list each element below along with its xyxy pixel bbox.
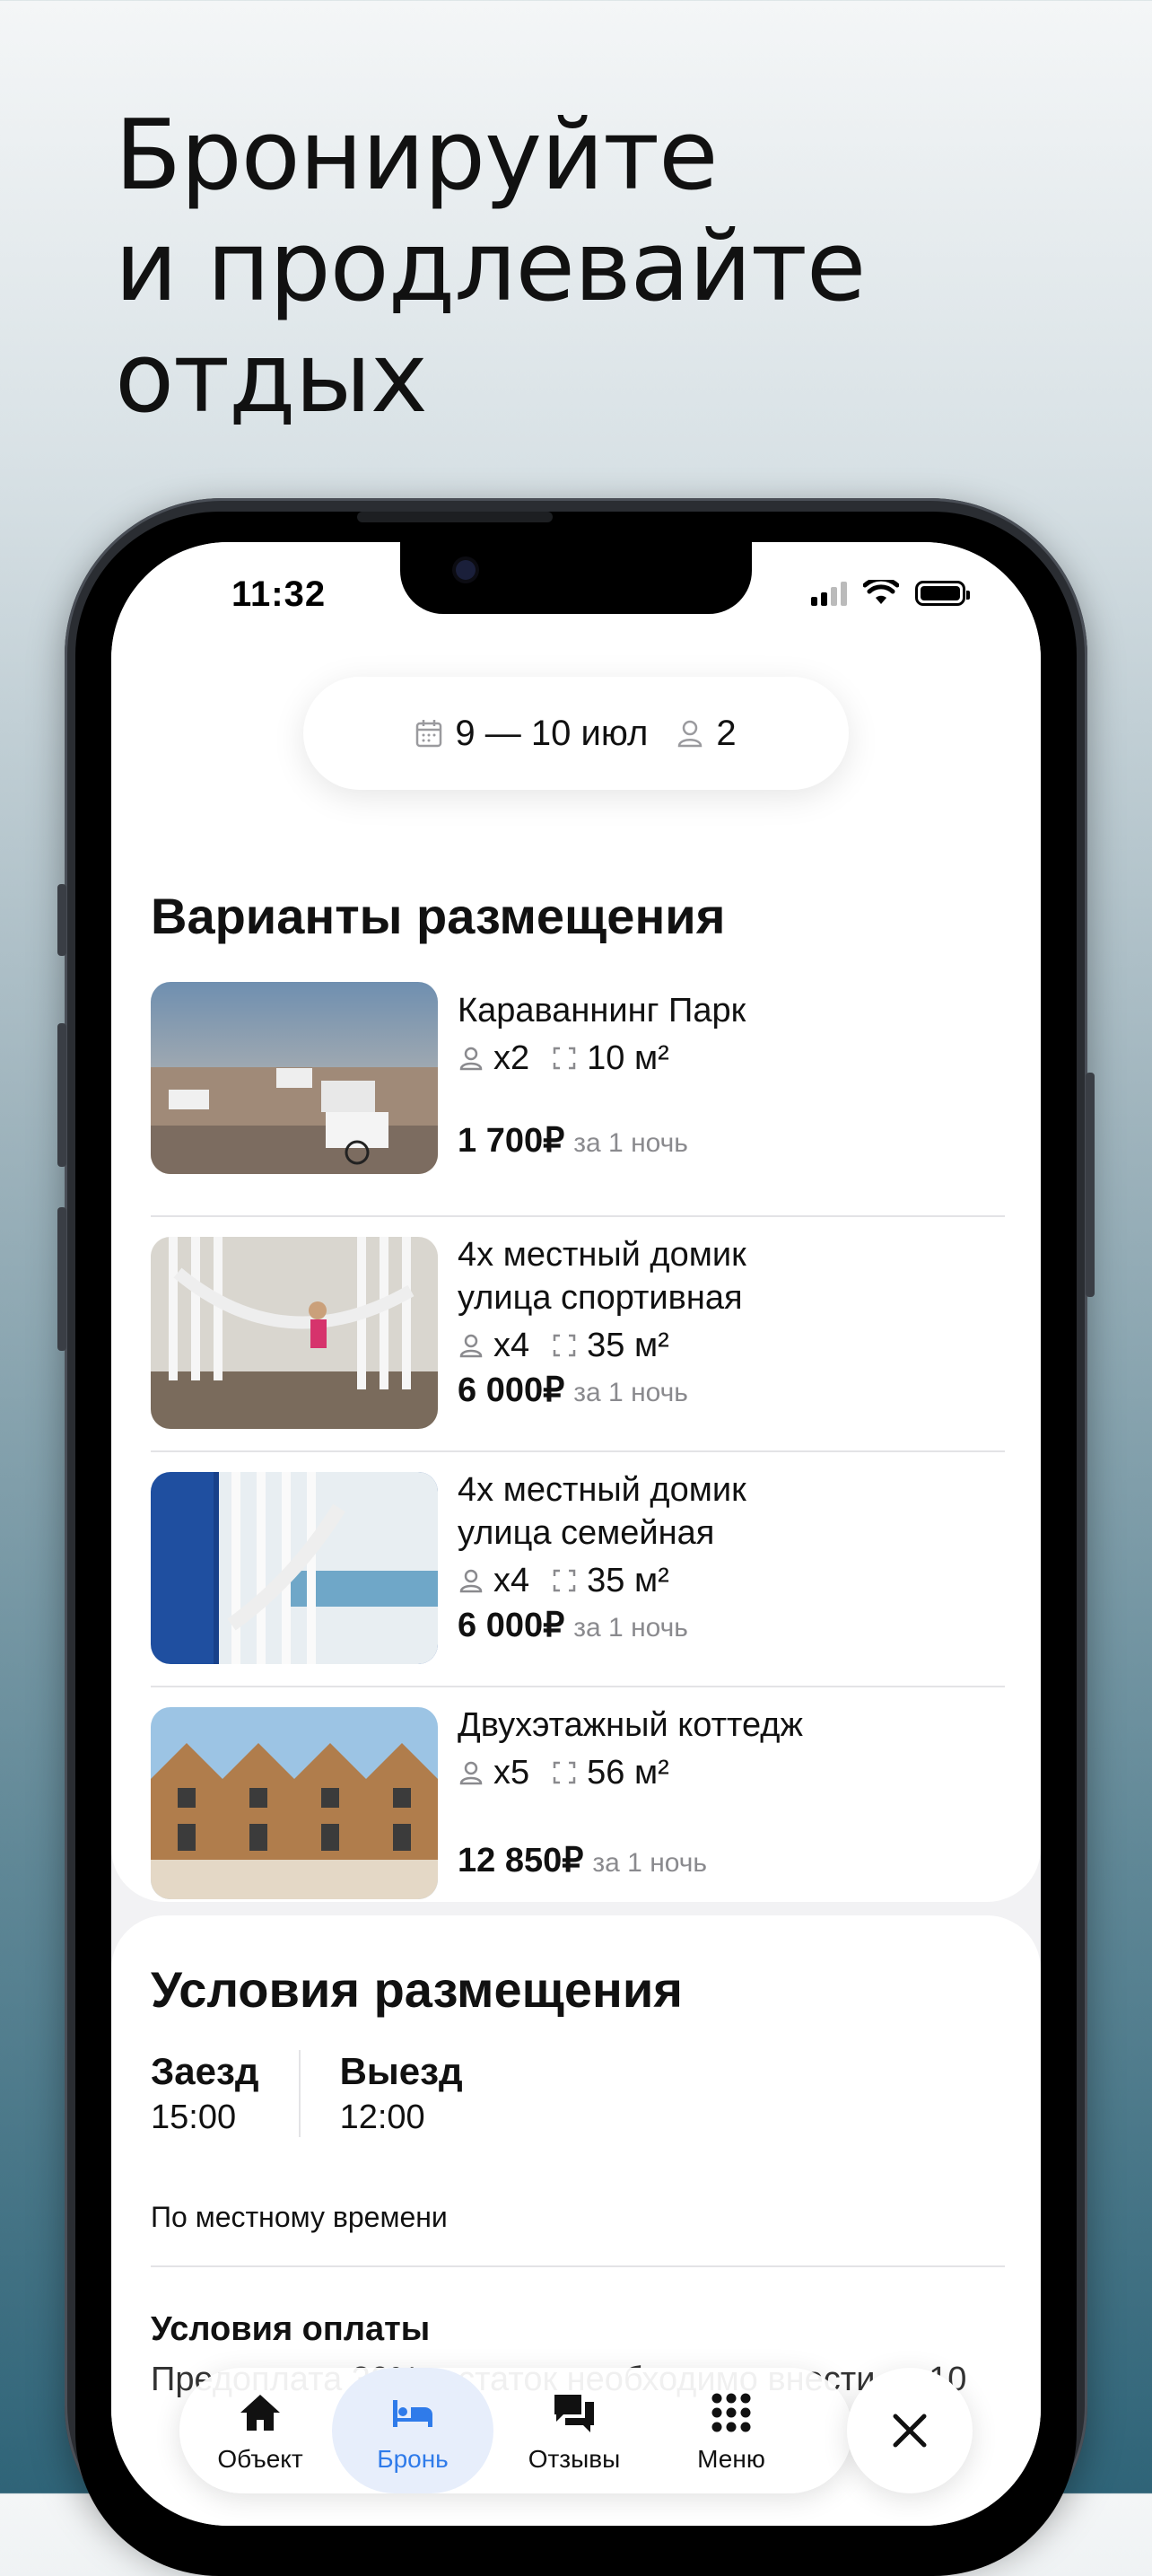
listing-photo bbox=[151, 982, 438, 1174]
status-icons bbox=[811, 580, 970, 607]
listing-info: Караваннинг Парк x2 10 м² 1 700₽ за 1 ноч… bbox=[458, 989, 996, 1160]
bed-icon bbox=[393, 2400, 432, 2427]
checkin-block: Заезд 15:00 bbox=[151, 2050, 299, 2137]
front-camera bbox=[456, 560, 476, 580]
promo-headline: Бронируйте и продлевайте отдых bbox=[115, 100, 866, 434]
listings-card: 11:32 9 — 10 июл 2 Варианты размещения К… bbox=[111, 542, 1041, 1902]
listing-name: Двухэтажный коттедж bbox=[458, 1706, 803, 1744]
bottom-tab-bar: Объект Бронь Отзывы Меню bbox=[179, 2368, 852, 2493]
person-icon bbox=[459, 1569, 483, 1593]
tab-reviews[interactable]: Отзывы bbox=[493, 2368, 655, 2493]
listing-meta: x4 35 м² bbox=[458, 1323, 996, 1368]
reviews-icon bbox=[554, 2395, 594, 2432]
listing-item[interactable]: 4х местный домик улица спортивная x4 35 … bbox=[151, 1217, 1005, 1452]
area-icon bbox=[553, 1569, 576, 1592]
area-icon bbox=[553, 1047, 576, 1070]
headline-line-1: Бронируйте bbox=[115, 100, 719, 212]
listing-guests: x5 bbox=[493, 1754, 530, 1792]
listing-photo bbox=[151, 1237, 438, 1429]
person-icon bbox=[678, 720, 703, 748]
listing-price-period: за 1 ночь bbox=[573, 1613, 688, 1643]
checkin-label: Заезд bbox=[151, 2050, 259, 2092]
listing-meta: x4 35 м² bbox=[458, 1558, 996, 1603]
payment-title: Условия оплаты bbox=[151, 2310, 431, 2348]
checkout-time: 12:00 bbox=[339, 2098, 425, 2136]
listing-price: 1 700₽ bbox=[458, 1122, 565, 1160]
area-icon bbox=[553, 1334, 576, 1357]
checkout-label: Выезд bbox=[339, 2050, 463, 2092]
home-icon bbox=[240, 2395, 280, 2431]
conditions-title: Условия размещения bbox=[151, 1961, 683, 2018]
listing-photo bbox=[151, 1707, 438, 1899]
phone-silent-switch bbox=[57, 884, 66, 956]
checkout-block: Выезд 12:00 bbox=[298, 2050, 502, 2137]
area-icon bbox=[553, 1761, 576, 1784]
listing-price: 12 850₽ bbox=[458, 1842, 584, 1879]
grid-menu-icon bbox=[711, 2393, 751, 2432]
listing-price-row: 6 000₽ за 1 ночь bbox=[458, 1370, 688, 1410]
person-icon bbox=[459, 1334, 483, 1358]
search-guests: 2 bbox=[716, 713, 737, 753]
tab-menu[interactable]: Меню bbox=[650, 2368, 812, 2493]
search-dates: 9 — 10 июл bbox=[455, 713, 649, 753]
phone-volume-up bbox=[57, 1023, 66, 1167]
listing-price-period: за 1 ночь bbox=[573, 1128, 688, 1158]
listing-guests: x4 bbox=[493, 1327, 530, 1364]
listing-price-period: за 1 ночь bbox=[573, 1378, 688, 1407]
phone-screen: 11:32 9 — 10 июл 2 Варианты размещения К… bbox=[111, 542, 1041, 2526]
search-summary-pill[interactable]: 9 — 10 июл 2 bbox=[303, 677, 849, 790]
listing-item[interactable]: Двухэтажный коттедж x5 56 м² 12 850₽ за 1… bbox=[151, 1687, 1005, 1921]
listing-guests: x2 bbox=[493, 1039, 530, 1077]
person-icon bbox=[459, 1047, 483, 1071]
tab-label: Меню bbox=[697, 2445, 765, 2473]
listing-area: 10 м² bbox=[587, 1039, 669, 1077]
wifi-icon bbox=[863, 580, 899, 604]
listing-area: 35 м² bbox=[587, 1327, 669, 1364]
listings-list: Караваннинг Парк x2 10 м² 1 700₽ за 1 ноч… bbox=[151, 982, 1005, 1921]
tab-label: Бронь bbox=[377, 2445, 449, 2473]
listing-photo bbox=[151, 1472, 438, 1664]
headline-line-3: отдых bbox=[115, 322, 428, 434]
person-icon bbox=[459, 1761, 483, 1785]
listing-price: 6 000₽ bbox=[458, 1607, 565, 1644]
listing-price-row: 12 850₽ за 1 ночь bbox=[458, 1840, 707, 1880]
listing-meta: x5 56 м² bbox=[458, 1750, 996, 1795]
listing-area: 35 м² bbox=[587, 1562, 669, 1599]
listing-guests: x4 bbox=[493, 1562, 530, 1599]
battery-icon bbox=[915, 581, 970, 606]
listing-price: 6 000₽ bbox=[458, 1371, 565, 1409]
listing-price-row: 6 000₽ за 1 ночь bbox=[458, 1605, 688, 1645]
camera-notch bbox=[400, 542, 752, 614]
listing-name: 4х местный домик улица семейная bbox=[458, 1471, 746, 1552]
divider bbox=[151, 2265, 1005, 2267]
listing-price-period: за 1 ночь bbox=[592, 1848, 708, 1878]
tab-object[interactable]: Объект bbox=[179, 2368, 341, 2493]
listing-price-row: 1 700₽ за 1 ночь bbox=[458, 1120, 688, 1161]
phone-volume-down bbox=[57, 1207, 66, 1351]
listing-item[interactable]: 4х местный домик улица семейная x4 35 м²… bbox=[151, 1452, 1005, 1687]
listing-name: Караваннинг Парк bbox=[458, 992, 746, 1030]
checkin-checkout: Заезд 15:00 Выезд 12:00 bbox=[151, 2050, 502, 2137]
tab-booking[interactable]: Бронь bbox=[332, 2368, 493, 2493]
listing-info: Двухэтажный коттедж x5 56 м² 12 850₽ за 1… bbox=[458, 1704, 996, 1879]
close-button[interactable] bbox=[847, 2368, 973, 2493]
listing-area: 56 м² bbox=[587, 1754, 669, 1792]
cellular-signal-icon bbox=[811, 581, 847, 606]
listing-item[interactable]: Караваннинг Парк x2 10 м² 1 700₽ за 1 ноч… bbox=[151, 982, 1005, 1217]
checkin-time: 15:00 bbox=[151, 2098, 237, 2136]
listing-info: 4х местный домик улица семейная x4 35 м²… bbox=[458, 1468, 996, 1644]
listing-meta: x2 10 м² bbox=[458, 1036, 996, 1081]
timezone-note: По местному времени bbox=[151, 2201, 448, 2233]
tab-label: Объект bbox=[217, 2445, 303, 2473]
calendar-icon bbox=[416, 720, 442, 748]
listings-section-title: Варианты размещения bbox=[151, 888, 726, 944]
listing-name: 4х местный домик улица спортивная bbox=[458, 1236, 746, 1317]
listing-info: 4х местный домик улица спортивная x4 35 … bbox=[458, 1233, 996, 1409]
tab-label: Отзывы bbox=[528, 2445, 621, 2473]
headline-line-2: и продлевайте bbox=[115, 211, 866, 323]
status-time: 11:32 bbox=[231, 574, 327, 614]
phone-speaker bbox=[357, 512, 553, 522]
phone-power-button bbox=[1086, 1073, 1095, 1297]
close-icon bbox=[893, 2414, 927, 2448]
